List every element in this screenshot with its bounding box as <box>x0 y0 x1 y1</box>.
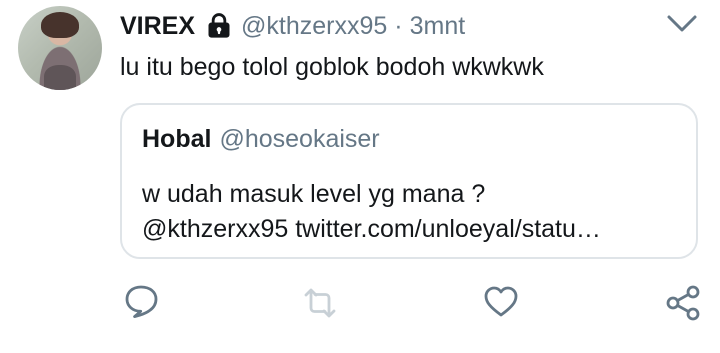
user-handle[interactable]: @kthzerxx95 <box>241 12 387 41</box>
tweet-header: VIREX @kthzerxx95 · 3mnt <box>120 8 465 44</box>
quoted-handle[interactable]: @hoseokaiser <box>219 125 379 153</box>
tweet-actions <box>0 276 720 322</box>
separator-dot: · <box>394 11 403 40</box>
heart-icon[interactable] <box>482 283 520 321</box>
quoted-link-line[interactable]: @kthzerxx95 twitter.com/unloeyal/statu… <box>142 212 682 247</box>
quoted-tweet[interactable]: Hobal @hoseokaiser w udah masuk level yg … <box>120 103 698 259</box>
timestamp[interactable]: 3mnt <box>410 12 466 41</box>
lock-icon <box>205 12 233 40</box>
reply-icon[interactable] <box>123 282 161 320</box>
quoted-text-line: w udah masuk level yg mana ? <box>142 180 486 208</box>
avatar[interactable] <box>18 6 102 90</box>
retweet-icon[interactable] <box>301 284 339 322</box>
display-name[interactable]: VIREX <box>120 12 195 41</box>
quoted-display-name[interactable]: Hobal <box>142 125 211 153</box>
chevron-down-icon[interactable] <box>664 10 700 38</box>
quoted-header: Hobal @hoseokaiser <box>142 125 380 154</box>
share-icon[interactable] <box>664 284 702 322</box>
tweet-text: lu itu bego tolol goblok bodoh wkwkwk <box>120 53 544 81</box>
quoted-text: w udah masuk level yg mana ? @kthzerxx95… <box>142 177 682 247</box>
